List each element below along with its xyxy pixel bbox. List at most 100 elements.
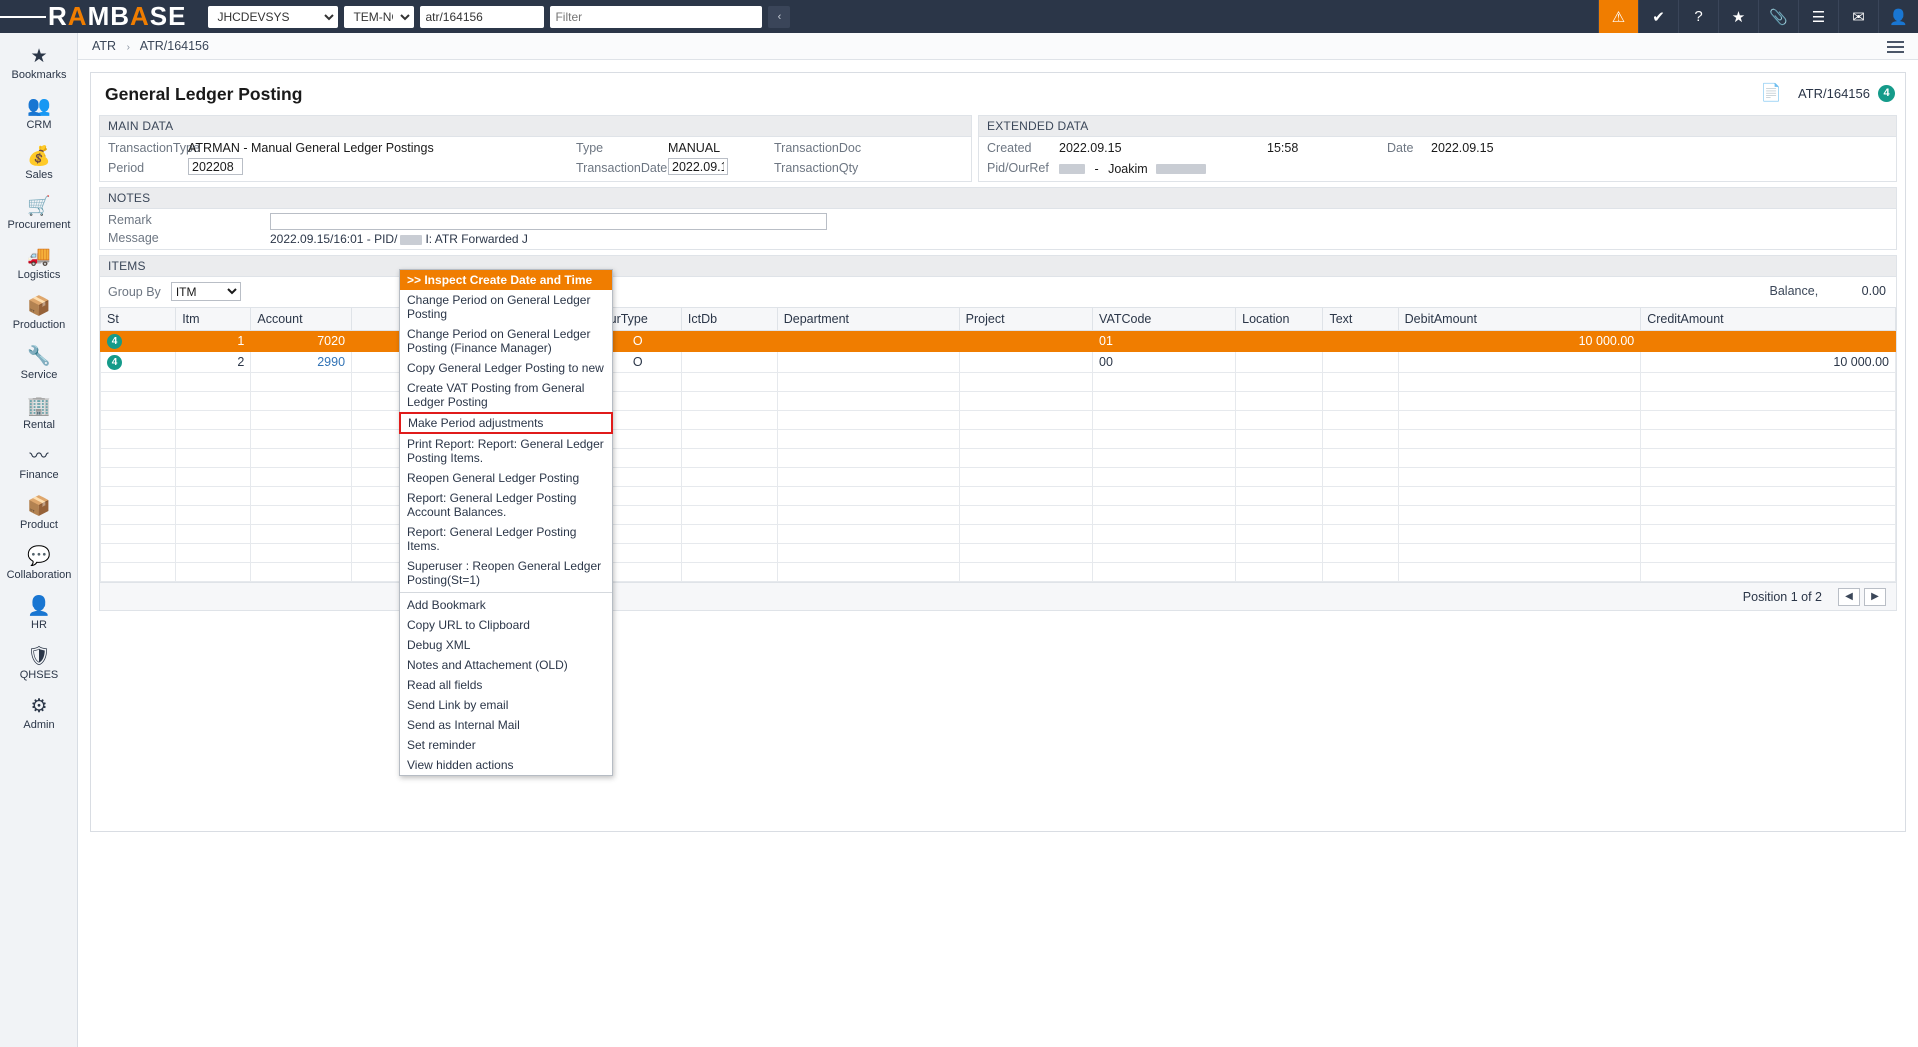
context-menu-item[interactable]: >> Inspect Create Date and Time — [400, 270, 612, 290]
items-toolbar: Group By ITM Balance, 0.00 — [100, 277, 1896, 307]
task-icon[interactable]: ✔ — [1638, 0, 1678, 33]
sidebar-item-bookmarks[interactable]: ★Bookmarks — [0, 39, 78, 89]
context-menu-item[interactable]: Send Link by email — [400, 695, 612, 715]
transaction-date-input[interactable] — [668, 158, 728, 175]
sidebar-item-production[interactable]: 📦Production — [0, 289, 78, 339]
period-input[interactable] — [188, 158, 243, 175]
sidebar-item-admin[interactable]: ⚙Admin — [0, 689, 78, 739]
sidebar-item-collaboration[interactable]: 💬Collaboration — [0, 539, 78, 589]
cell-empty — [777, 373, 959, 392]
status-badge: 4 — [107, 355, 122, 370]
context-menu-item[interactable]: Report: General Ledger Posting Items. — [400, 522, 612, 556]
favorites-icon[interactable]: ★ — [1718, 0, 1758, 33]
alert-icon[interactable]: ⚠ — [1598, 0, 1638, 33]
transaction-qty-label: TransactionQty — [774, 161, 861, 175]
attachment-icon[interactable]: 📎 — [1758, 0, 1798, 33]
sidebar-item-procurement[interactable]: 🛒Procurement — [0, 189, 78, 239]
column-header-text[interactable]: Text — [1323, 308, 1398, 331]
sidebar-item-sales[interactable]: 💰Sales — [0, 139, 78, 189]
cell-empty — [1093, 506, 1236, 525]
document-search-input[interactable] — [420, 6, 544, 28]
context-menu-item[interactable]: Superuser : Reopen General Ledger Postin… — [400, 556, 612, 590]
context-menu-item[interactable]: Copy General Ledger Posting to new — [400, 358, 612, 378]
column-header-dept[interactable]: Department — [777, 308, 959, 331]
sidebar-item-rental[interactable]: 🏢Rental — [0, 389, 78, 439]
items-table-head: StItmAccountCurTypeIctDbDepartmentProjec… — [101, 308, 1896, 331]
sidebar-item-crm[interactable]: 👥CRM — [0, 89, 78, 139]
cell-empty — [1323, 525, 1398, 544]
system-select[interactable]: JHCDEVSYS — [208, 6, 338, 28]
cell-empty — [1641, 449, 1896, 468]
context-menu-item[interactable]: Send as Internal Mail — [400, 715, 612, 735]
context-menu-item[interactable]: Copy URL to Clipboard — [400, 615, 612, 635]
sidebar-item-hr[interactable]: 👤HR — [0, 589, 78, 639]
user-icon[interactable]: 👤 — [1878, 0, 1918, 33]
context-menu-item[interactable]: Notes and Attachement (OLD) — [400, 655, 612, 675]
column-header-st[interactable]: St — [101, 308, 176, 331]
cell-empty — [176, 487, 251, 506]
column-header-account[interactable]: Account — [251, 308, 352, 331]
document-type-select[interactable]: TEM-NO — [344, 6, 414, 28]
context-menu-item[interactable]: Report: General Ledger Posting Account B… — [400, 488, 612, 522]
account-link[interactable]: 2990 — [317, 355, 345, 369]
date-label: Date — [1387, 141, 1413, 155]
context-menu-item[interactable]: Make Period adjustments — [399, 412, 613, 434]
column-header-vatcode[interactable]: VATCode — [1093, 308, 1236, 331]
position-indicator: Position 1 of 2 — [1743, 590, 1822, 604]
date-value: 2022.09.15 — [1431, 141, 1494, 155]
context-menu-item[interactable]: Print Report: Report: General Ledger Pos… — [400, 434, 612, 468]
context-menu-item[interactable]: View hidden actions — [400, 755, 612, 775]
context-menu-item[interactable]: Debug XML — [400, 635, 612, 655]
cell-empty — [1641, 563, 1896, 582]
type-value: MANUAL — [668, 141, 728, 155]
cell-empty — [101, 392, 176, 411]
cell-empty — [176, 506, 251, 525]
sidebar-item-finance[interactable]: 〰Finance — [0, 439, 78, 489]
sidebar-item-product[interactable]: 📦Product — [0, 489, 78, 539]
page-options-menu-icon[interactable] — [1887, 38, 1904, 56]
help-icon[interactable]: ? — [1678, 0, 1718, 33]
cell-project — [959, 352, 1092, 373]
context-menu-item[interactable]: Change Period on General Ledger Posting … — [400, 324, 612, 358]
cell-empty — [101, 563, 176, 582]
context-menu-item[interactable]: Add Bookmark — [400, 595, 612, 615]
table-row-empty — [101, 468, 1896, 487]
column-header-debit[interactable]: DebitAmount — [1398, 308, 1641, 331]
column-header-ictdb[interactable]: IctDb — [681, 308, 777, 331]
table-row-empty — [101, 487, 1896, 506]
cell-empty — [681, 430, 777, 449]
column-header-credit[interactable]: CreditAmount — [1641, 308, 1896, 331]
column-header-location[interactable]: Location — [1236, 308, 1323, 331]
table-row[interactable]: 422990O0010 000.00 — [101, 352, 1896, 373]
table-row-empty — [101, 506, 1896, 525]
group-by-select[interactable]: ITM — [171, 282, 241, 301]
document-report-icon[interactable]: 📄 — [1761, 83, 1782, 103]
previous-page-button[interactable]: ◀ — [1838, 588, 1860, 606]
context-menu[interactable]: >> Inspect Create Date and TimeChange Pe… — [399, 269, 613, 776]
context-menu-item[interactable]: Reopen General Ledger Posting — [400, 468, 612, 488]
items-footer: Position 1 of 2 ◀ ▶ — [100, 582, 1896, 610]
mail-icon[interactable]: ✉ — [1838, 0, 1878, 33]
column-header-itm[interactable]: Itm — [176, 308, 251, 331]
filter-input[interactable] — [550, 6, 762, 28]
sidebar-item-service[interactable]: 🔧Service — [0, 339, 78, 389]
sidebar-item-logistics[interactable]: 🚚Logistics — [0, 239, 78, 289]
context-menu-item[interactable]: Set reminder — [400, 735, 612, 755]
breadcrumb-current[interactable]: ATR/164156 — [140, 39, 209, 53]
sidebar-item-qhses[interactable]: 🛡QHSES — [0, 639, 78, 689]
remark-input[interactable] — [270, 213, 827, 230]
cell-project — [959, 331, 1092, 352]
context-menu-item[interactable]: Change Period on General Ledger Posting — [400, 290, 612, 324]
context-menu-item[interactable]: Create VAT Posting from General Ledger P… — [400, 378, 612, 412]
column-header-project[interactable]: Project — [959, 308, 1092, 331]
list-icon[interactable]: ☰ — [1798, 0, 1838, 33]
context-menu-item[interactable]: Read all fields — [400, 675, 612, 695]
main-menu-icon[interactable] — [0, 0, 46, 33]
next-page-button[interactable]: ▶ — [1864, 588, 1886, 606]
table-row[interactable]: 417020O0110 000.00 — [101, 331, 1896, 352]
account-link[interactable]: 7020 — [317, 334, 345, 348]
redacted-pid — [1059, 164, 1085, 174]
cell-empty — [1323, 392, 1398, 411]
collapse-search-button[interactable]: ‹ — [768, 6, 790, 28]
breadcrumb-root[interactable]: ATR — [92, 39, 116, 53]
